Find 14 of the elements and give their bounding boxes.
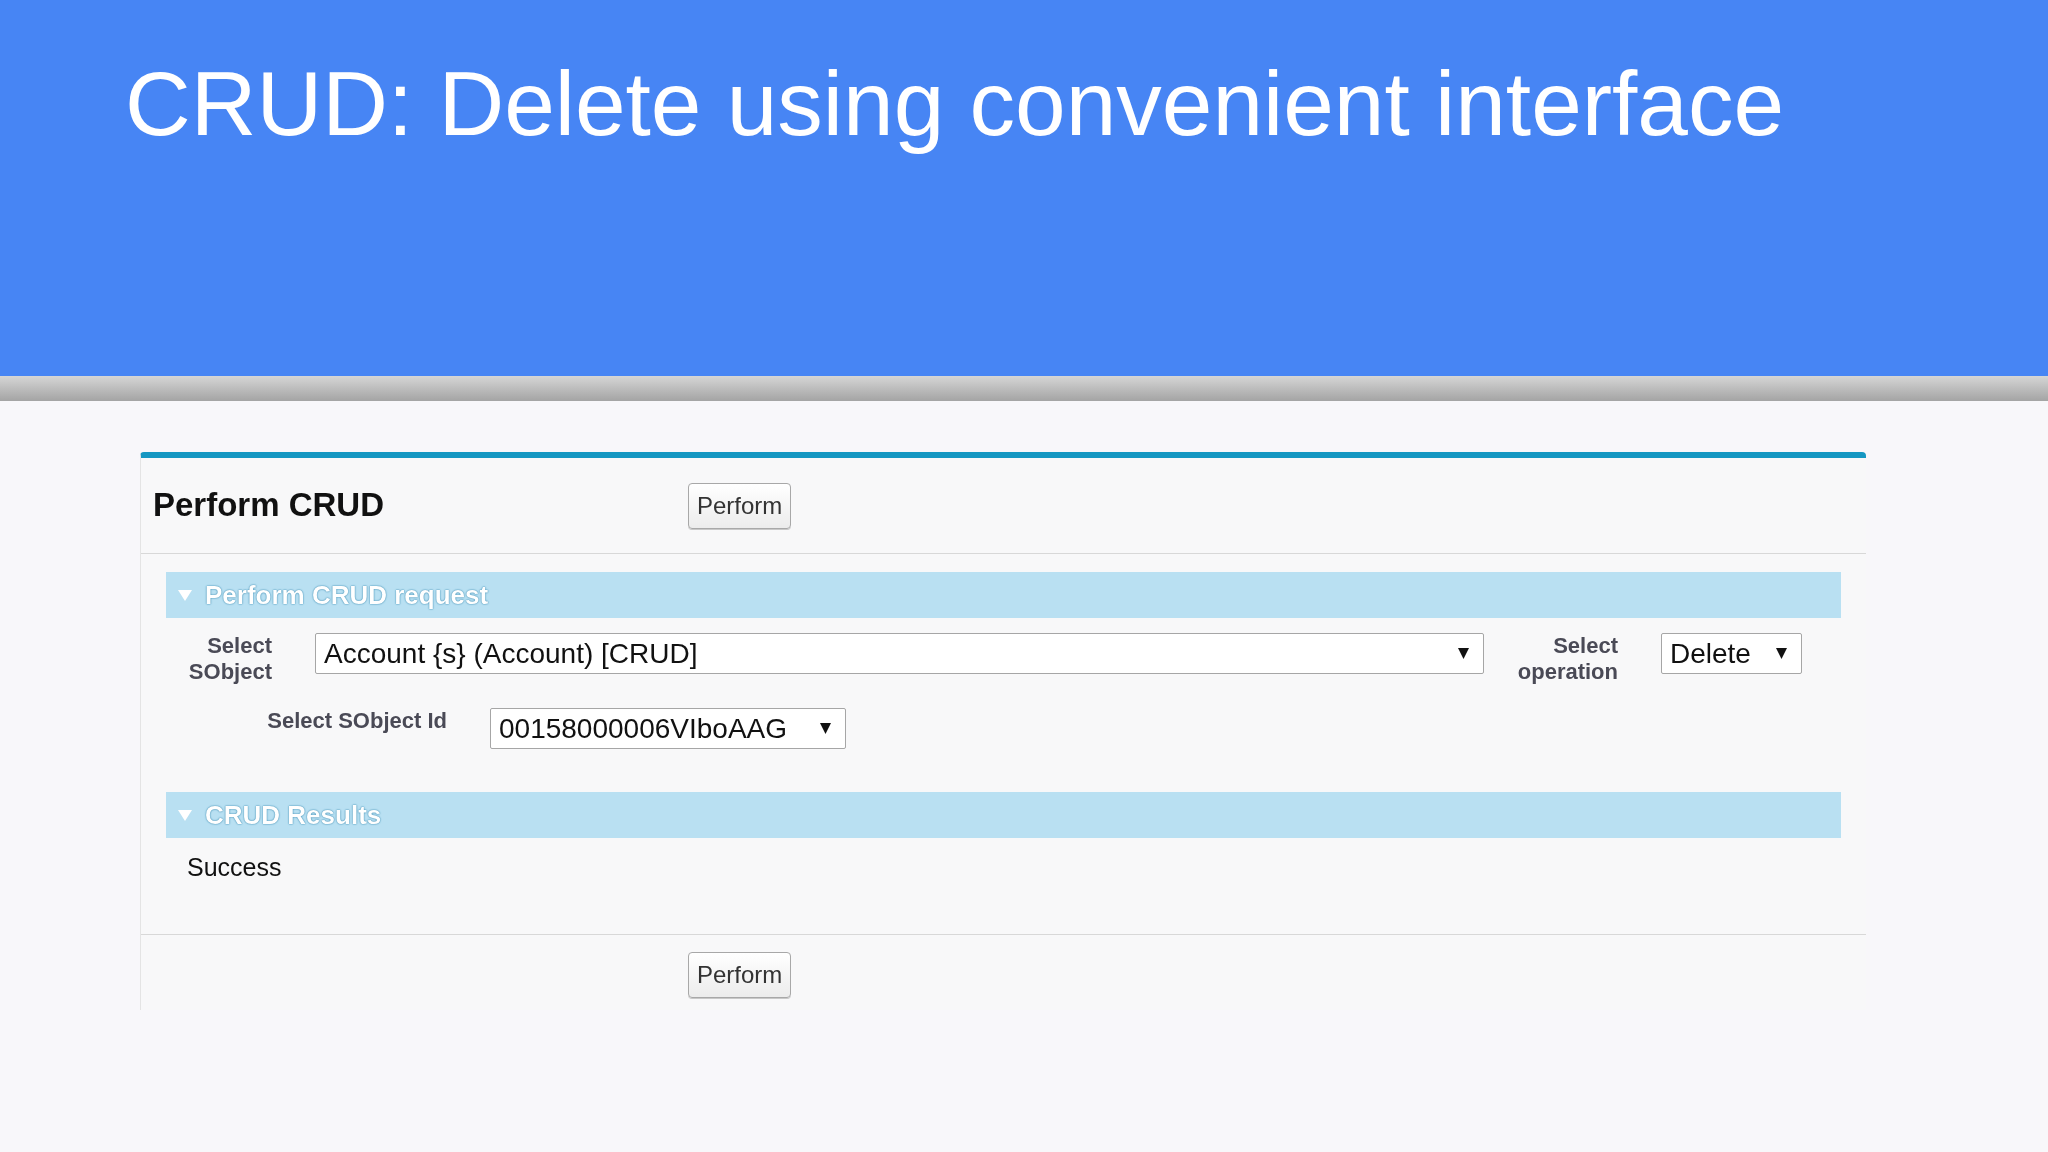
panel-title: Perform CRUD xyxy=(153,488,385,521)
dropdown-select[interactable]: 00158000006VIboAAG xyxy=(490,708,846,749)
caret-down-icon xyxy=(1458,648,1469,659)
slide-title: CRUD: Delete using convenient interface xyxy=(125,52,1785,156)
perform-button[interactable]: Perform xyxy=(688,952,792,998)
caret-down-icon xyxy=(1776,648,1787,659)
field-label: Select operation xyxy=(1516,633,1618,685)
field-label: Select SObject Id xyxy=(266,708,447,734)
dropdown-select[interactable]: Delete xyxy=(1661,633,1802,674)
caret-down-icon xyxy=(820,723,831,734)
perform-button[interactable]: Perform xyxy=(688,482,792,529)
dropdown-select[interactable]: Account {s} (Account) [CRUD] xyxy=(315,633,1484,674)
field-label: Select SObject xyxy=(187,633,272,685)
result-message: Success xyxy=(187,852,283,882)
